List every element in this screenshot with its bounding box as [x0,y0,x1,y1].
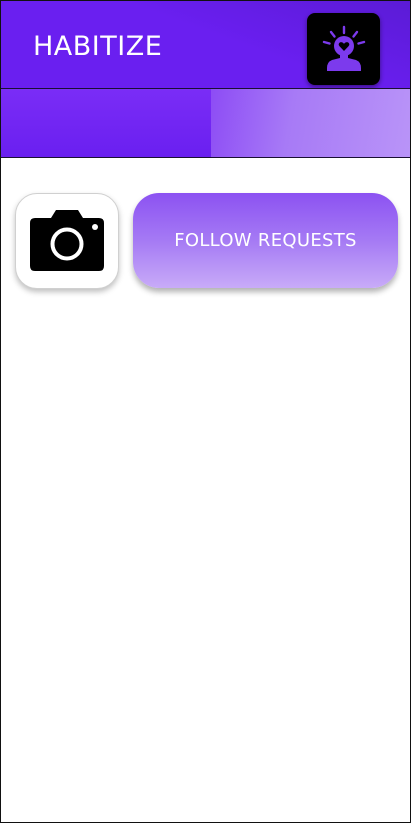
camera-button[interactable] [15,193,119,289]
follow-requests-button[interactable]: FOLLOW REQUESTS [133,193,398,288]
profile-button[interactable] [307,13,380,85]
header-banner [1,89,410,158]
idea-person-heart-icon [322,25,365,71]
banner-left-panel [1,89,211,157]
camera-icon [30,210,104,271]
follow-requests-label: FOLLOW REQUESTS [174,230,357,251]
app-title: HABITIZE [33,31,163,62]
app-header: HABITIZE [1,1,410,89]
banner-right-panel [211,89,410,157]
app-screen: HABITIZE FOLLOW REQUESTS [0,0,411,823]
